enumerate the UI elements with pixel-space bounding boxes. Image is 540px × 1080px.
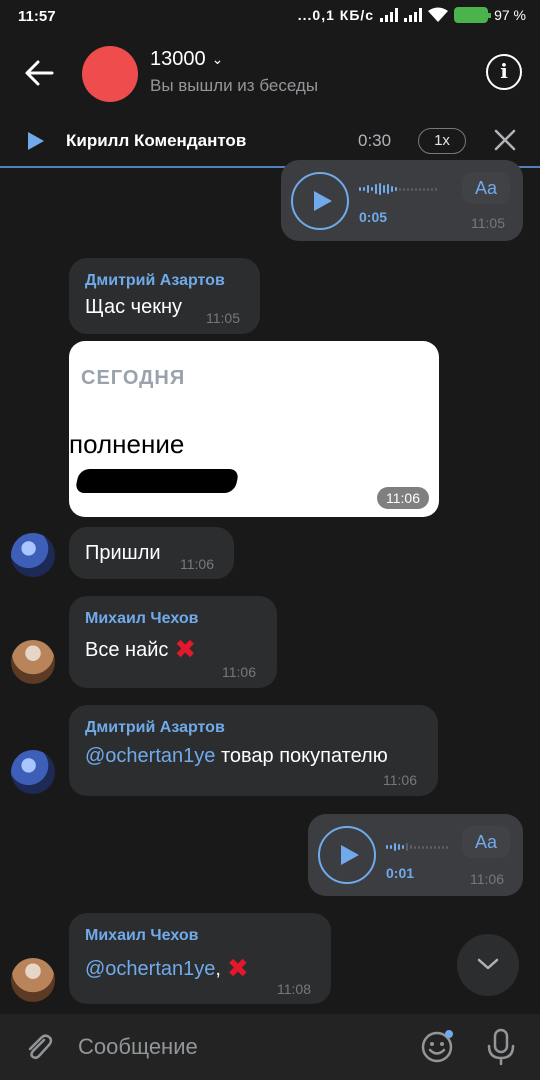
message-time: 11:06 bbox=[470, 871, 504, 887]
signal-icon-2 bbox=[404, 8, 423, 22]
network-speed: ...0,1 КБ/с bbox=[297, 7, 375, 23]
message-text-body: Все найс bbox=[85, 639, 169, 661]
attach-icon[interactable] bbox=[22, 1030, 56, 1064]
message-time: 11:08 bbox=[277, 981, 311, 997]
message-text: Все найс ✖ bbox=[85, 634, 196, 665]
voice-duration: 0:01 bbox=[386, 865, 415, 881]
message-bubble[interactable]: Дмитрий Азартов @ochertan1ye товар покуп… bbox=[69, 705, 438, 796]
transcribe-button[interactable]: Aa bbox=[462, 172, 510, 204]
message-bubble[interactable]: Дмитрий Азартов Щас чекну 11:05 bbox=[69, 258, 260, 334]
avatar[interactable] bbox=[11, 958, 55, 1002]
status-icons: ...0,1 КБ/с 97 % bbox=[298, 7, 526, 23]
voice-duration: 0:05 bbox=[359, 209, 388, 225]
cross-mark-emoji: ✖ bbox=[226, 953, 249, 983]
voice-message[interactable]: 0:01 Aa 11:06 bbox=[308, 814, 523, 896]
user-mention-link[interactable]: @ochertan1ye bbox=[85, 958, 215, 980]
close-icon[interactable] bbox=[492, 127, 518, 153]
cross-mark-emoji: ✖ bbox=[174, 634, 197, 664]
photo-label: СЕГОДНЯ bbox=[81, 367, 186, 389]
back-arrow-icon[interactable] bbox=[22, 56, 56, 90]
sender-name[interactable]: Михаил Чехов bbox=[85, 610, 198, 628]
chat-title[interactable]: 13000 ⌄ bbox=[150, 48, 223, 71]
chat-title-text: 13000 bbox=[150, 48, 206, 70]
signal-icon bbox=[380, 8, 399, 22]
sender-name[interactable]: Михаил Чехов bbox=[85, 927, 198, 945]
chat-avatar[interactable] bbox=[82, 46, 138, 102]
avatar[interactable] bbox=[11, 750, 55, 794]
message-time: 11:05 bbox=[206, 310, 240, 326]
playback-speed-button[interactable]: 1x bbox=[418, 128, 466, 154]
wifi-icon bbox=[428, 7, 449, 22]
voice-message[interactable]: 0:05 Aa 11:05 bbox=[281, 160, 523, 241]
player-track-name[interactable]: Кирилл Комендантов bbox=[66, 131, 246, 151]
chevron-down-icon: ⌄ bbox=[211, 51, 224, 68]
message-composer bbox=[0, 1014, 540, 1080]
play-button[interactable] bbox=[291, 172, 349, 230]
emoji-icon[interactable] bbox=[420, 1028, 456, 1064]
transcribe-button[interactable]: Aa bbox=[462, 826, 510, 858]
chevron-down-icon bbox=[477, 958, 499, 970]
status-time: 11:57 bbox=[18, 8, 56, 25]
chat-header: 13000 ⌄ Вы вышли из беседы i bbox=[0, 34, 540, 116]
photo-text: полнение bbox=[69, 429, 185, 459]
message-text: @ochertan1ye товар покупателю bbox=[85, 745, 388, 768]
scroll-down-button[interactable] bbox=[457, 934, 519, 996]
message-time: 11:06 bbox=[222, 664, 256, 680]
message-text: Щас чекну bbox=[85, 296, 182, 318]
sender-name[interactable]: Дмитрий Азартов bbox=[85, 272, 225, 290]
player-time: 0:30 bbox=[358, 131, 392, 150]
chat-subtitle: Вы вышли из беседы bbox=[150, 76, 319, 95]
avatar[interactable] bbox=[11, 640, 55, 684]
info-icon[interactable]: i bbox=[486, 54, 522, 90]
sender-name[interactable]: Дмитрий Азартов bbox=[85, 719, 225, 737]
microphone-icon[interactable] bbox=[486, 1028, 516, 1066]
message-time: 11:06 bbox=[377, 487, 429, 509]
message-time: 11:06 bbox=[383, 772, 417, 788]
message-time: 11:05 bbox=[471, 215, 505, 231]
user-mention-link[interactable]: @ochertan1ye bbox=[85, 745, 215, 767]
battery-percent: 97 % bbox=[494, 7, 526, 23]
message-bubble[interactable]: Михаил Чехов Все найс ✖ 11:06 bbox=[69, 596, 277, 688]
message-text: Пришли bbox=[85, 542, 161, 564]
photo-message[interactable]: СЕГОДНЯ полнение 11:06 bbox=[69, 341, 439, 517]
message-text-body: товар покупателю bbox=[215, 745, 388, 767]
message-time: 11:06 bbox=[180, 556, 214, 572]
waveform[interactable] bbox=[386, 838, 448, 856]
play-icon[interactable] bbox=[28, 132, 44, 150]
message-input[interactable] bbox=[78, 1034, 378, 1060]
play-button[interactable] bbox=[318, 826, 376, 884]
battery-icon bbox=[454, 7, 492, 23]
message-text-body: , bbox=[215, 958, 221, 980]
message-bubble[interactable]: Михаил Чехов @ochertan1ye, ✖ 11:08 bbox=[69, 913, 331, 1004]
message-bubble[interactable]: Пришли 11:06 bbox=[69, 527, 234, 579]
waveform[interactable] bbox=[359, 180, 437, 198]
avatar[interactable] bbox=[11, 533, 55, 577]
message-text: @ochertan1ye, ✖ bbox=[85, 953, 249, 984]
status-bar: 11:57 ...0,1 КБ/с 97 % bbox=[0, 0, 540, 34]
redaction-scribble bbox=[74, 469, 240, 493]
